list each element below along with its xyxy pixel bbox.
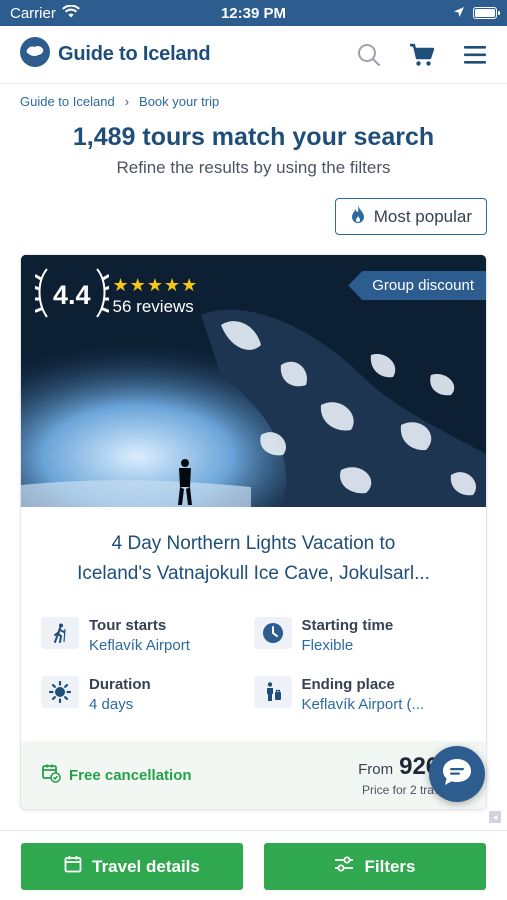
reviews-count[interactable]: 56 reviews [113,297,199,317]
menu-icon[interactable] [463,44,487,66]
fact-tour-starts: Tour starts Keflavík Airport [41,617,254,654]
status-bar: Carrier 12:39 PM [0,0,507,26]
fact-label: Tour starts [89,617,167,634]
header-actions [357,43,487,67]
clock-icon [253,617,292,649]
group-discount-badge: Group discount [348,271,486,300]
breadcrumb: Guide to Iceland › Book your trip [0,84,507,109]
fact-ending-place: Ending place Keflavík Airport (... [253,676,467,713]
carrier-label: Carrier [10,4,56,22]
breadcrumb-current[interactable]: Book your trip [139,94,219,109]
hiker-icon [41,617,79,649]
results-subline: Refine the results by using the filters [116,158,391,177]
iceland-logo-icon [20,37,50,72]
calendar-check-icon [41,763,61,787]
sort-button[interactable]: Most popular [334,198,487,235]
rating-block: 4.4 ★★★★★ 56 reviews [32,267,199,324]
calendar-icon [64,855,82,878]
logo-text: Guide to Iceland [58,43,211,65]
fact-value: Flexible [301,637,354,654]
tour-card-footer: Free cancellation From 926 US Price for … [21,741,486,809]
fact-label: Starting time [301,617,394,634]
site-header: Guide to Iceland [0,26,507,84]
breadcrumb-home[interactable]: Guide to Iceland [20,94,115,109]
status-right [453,5,500,22]
fact-value: Keflavík Airport (... [301,696,425,713]
cart-icon[interactable] [409,43,435,67]
tour-title-line1: 4 Day Northern Lights Vacation to [111,533,396,554]
person-luggage-icon [253,676,292,708]
fact-label: Ending place [301,676,395,693]
sort-row: Most popular [0,198,507,235]
location-arrow-icon [453,5,465,22]
status-left: Carrier [10,4,80,22]
tour-image[interactable]: 4.4 ★★★★★ 56 reviews Group discount [21,255,486,507]
tour-title-line2: Iceland's Vatnajokull Ice Cave, Jokulsar… [77,563,430,584]
fact-value: Keflavík Airport [89,637,190,654]
travel-details-button[interactable]: Travel details [21,843,243,890]
search-icon[interactable] [357,43,381,67]
fact-value: 4 days [89,696,134,713]
fact-label: Duration [89,676,151,693]
chat-button[interactable] [429,746,485,802]
price-from: From [358,761,394,778]
flame-icon [350,204,366,229]
chevron-right-icon: › [124,94,130,109]
results-headline: 1,489 tours match your search [72,123,435,151]
tour-title[interactable]: 4 Day Northern Lights Vacation to Icelan… [21,507,486,589]
wifi-icon [61,4,80,22]
logo[interactable]: Guide to Iceland [20,37,211,72]
fact-starting-time: Starting time Flexible [253,617,467,654]
scroll-left-icon[interactable]: ◂ [489,811,501,823]
filters-label: Filters [364,856,416,876]
free-cancellation-label: Free cancellation [69,766,192,784]
tour-card[interactable]: 4.4 ★★★★★ 56 reviews Group discount 4 Da… [20,254,487,810]
bottom-action-bar: Travel details Filters [0,830,507,900]
sun-icon [41,676,79,708]
laurel-left-icon [32,267,49,324]
star-rating-icon: ★★★★★ [112,274,199,295]
tour-facts: Tour starts Keflavík Airport Starting ti… [21,589,486,713]
chat-bubble-icon [441,757,473,792]
battery-icon [473,7,500,19]
laurel-right-icon [95,267,112,324]
sort-label: Most popular [373,206,472,226]
filters-button[interactable]: Filters [264,843,486,890]
rating-value: 4.4 [53,280,91,310]
travel-details-label: Travel details [92,856,200,876]
free-cancellation: Free cancellation [41,763,192,787]
fact-duration: Duration 4 days [41,676,254,713]
sliders-icon [334,855,354,878]
rating-meta: ★★★★★ 56 reviews [113,275,199,317]
